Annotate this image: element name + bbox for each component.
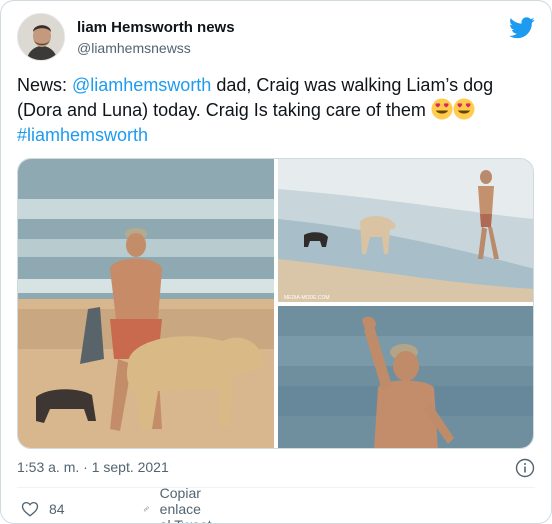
tweet-text: News: @liamhemsworth dad, Craig was walk… <box>17 73 537 148</box>
like-count: 84 <box>49 501 65 517</box>
heart-eyes-emoji <box>453 98 475 120</box>
mention-link[interactable]: @liamhemsworth <box>72 75 211 95</box>
photo-credit: MEDIA-MODE.COM <box>284 295 330 301</box>
author-name[interactable]: liam Hemsworth news <box>77 19 235 36</box>
photo-beach-dogs-walking[interactable]: MEDIA-MODE.COM <box>278 159 533 302</box>
photo-beach-dogs-petting[interactable] <box>18 159 274 448</box>
info-icon[interactable] <box>515 458 535 478</box>
tweet-text-prefix: News: <box>17 75 73 95</box>
tweet-header: liam Hemsworth news @liamhemsnewss <box>17 13 535 65</box>
link-icon <box>143 506 149 512</box>
copy-link-button[interactable]: Copiar enlace al Tweet <box>143 485 212 523</box>
like-button[interactable]: 84 <box>21 497 65 521</box>
twitter-bird-icon[interactable] <box>509 17 535 39</box>
divider <box>17 487 535 488</box>
tweet-timestamp[interactable]: 1:53 a. m. · 1 sept. 2021 <box>17 459 169 475</box>
avatar[interactable] <box>17 13 65 61</box>
copy-link-label: Copiar enlace al Tweet <box>159 485 212 523</box>
media-grid: MEDIA-MODE.COM <box>17 158 534 449</box>
heart-eyes-emoji <box>431 98 453 120</box>
author-handle[interactable]: @liamhemsnewss <box>77 40 191 56</box>
hashtag-link[interactable]: #liamhemsworth <box>17 125 148 145</box>
heart-icon <box>21 501 39 517</box>
tweet-card[interactable]: liam Hemsworth news @liamhemsnewss News:… <box>0 0 552 524</box>
photo-waving[interactable] <box>278 306 533 448</box>
